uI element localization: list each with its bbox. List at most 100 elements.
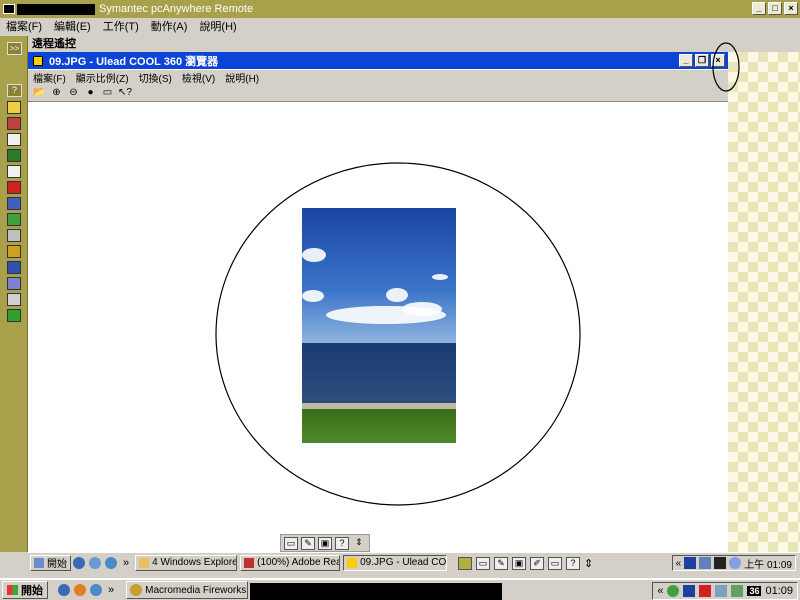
side-tool-icon-5[interactable]	[7, 165, 21, 178]
pen-icon[interactable]: ✎	[494, 556, 508, 570]
start-button[interactable]: 開始	[2, 581, 48, 599]
inner-menu-help[interactable]: 說明(H)	[225, 70, 259, 85]
tray-badge[interactable]: 36	[747, 586, 762, 596]
expand-panel-button[interactable]: >>	[7, 42, 22, 55]
help-icon[interactable]: ?	[566, 556, 580, 570]
side-tool-icon-2[interactable]	[7, 117, 21, 130]
menu-file[interactable]: 檔案(F)	[6, 18, 42, 34]
help-pointer-icon[interactable]: ↖?	[118, 87, 132, 99]
remote-start-button[interactable]: 開始	[30, 554, 71, 571]
outer-maximize-button[interactable]: □	[768, 2, 782, 15]
volume-icon[interactable]	[715, 585, 728, 597]
scroll-icon[interactable]: ⇕	[584, 557, 593, 570]
remote-start-label: 開始	[47, 559, 67, 570]
menu-task[interactable]: 工作(T)	[103, 18, 139, 34]
side-tool-icon-12[interactable]	[7, 277, 21, 290]
quicklaunch-outlook-icon[interactable]	[90, 584, 102, 596]
outer-title-bar: Symantec pcAnywhere Remote _ □ ×	[0, 0, 800, 18]
task-label: (100%) Adobe Reader ...	[257, 557, 341, 568]
pcanywhere-app-icon[interactable]	[3, 4, 15, 14]
side-tool-icon-3[interactable]	[7, 133, 21, 146]
side-tool-list	[7, 101, 21, 322]
remote-system-tray: « 上午 01:09	[671, 555, 796, 571]
keyboard-icon[interactable]: ▭	[101, 87, 114, 99]
side-tool-icon-4[interactable]	[7, 149, 21, 162]
side-tool-icon-8[interactable]	[7, 213, 21, 226]
windows-flag-icon	[7, 585, 18, 595]
task-label: 09.JPG - Ulead COOL ...	[360, 557, 447, 568]
quicklaunch-media-icon[interactable]	[74, 584, 86, 596]
inner-menu-switch[interactable]: 切換(S)	[139, 70, 172, 85]
windows-flag-icon	[34, 557, 44, 568]
checkerboard-background	[728, 52, 800, 552]
task-fireworks[interactable]: Macromedia Fireworks M...	[126, 581, 249, 599]
system-tray: « 36 01:09	[652, 582, 798, 600]
network-icon[interactable]	[684, 557, 697, 569]
task-adobe-reader[interactable]: (100%) Adobe Reader ...	[240, 554, 341, 571]
inner-menu-zoom[interactable]: 顯示比例(Z)	[76, 70, 129, 85]
outer-menu-bar: 檔案(F) 編輯(E) 工作(T) 動作(A) 說明(H)	[0, 18, 800, 34]
menu-action[interactable]: 動作(A)	[151, 18, 188, 34]
menu-help[interactable]: 說明(H)	[199, 18, 236, 34]
menu-edit[interactable]: 編輯(E)	[54, 18, 91, 34]
pcanywhere-panel-icon[interactable]	[458, 556, 472, 570]
quicklaunch-media-icon[interactable]	[89, 556, 101, 569]
taskbar-chevron[interactable]: »	[108, 584, 114, 596]
quicklaunch-ie-icon[interactable]	[58, 584, 70, 596]
side-tool-icon-6[interactable]	[7, 181, 21, 194]
pen-icon[interactable]: ✎	[301, 536, 315, 550]
monitor-icon[interactable]: ▣	[512, 556, 526, 570]
inner-title-bar: 09.JPG - Ulead COOL 360 瀏覽器 _ ❐ ×	[28, 52, 728, 69]
green-status-icon[interactable]	[667, 585, 680, 597]
outer-minimize-button[interactable]: _	[752, 2, 766, 15]
keyboard-icon[interactable]: ▭	[476, 556, 490, 570]
remote-chevron[interactable]: »	[123, 557, 129, 569]
inner-restore-button[interactable]: ❐	[695, 54, 709, 67]
inner-close-button[interactable]: ×	[711, 54, 725, 67]
outer-window-title: Symantec pcAnywhere Remote	[99, 3, 254, 15]
security-icon[interactable]	[699, 557, 712, 569]
inner-menu-view[interactable]: 檢視(V)	[182, 70, 215, 85]
help-icon[interactable]: ?	[335, 536, 349, 550]
network-icon[interactable]	[683, 585, 696, 597]
zoom-out-icon[interactable]: ⊖	[67, 87, 80, 99]
side-help-button[interactable]: ?	[7, 84, 22, 97]
inner-minimize-button[interactable]: _	[679, 54, 693, 67]
inner-menu-file[interactable]: 檔案(F)	[33, 70, 66, 85]
side-tool-icon-13[interactable]	[7, 293, 21, 306]
task-ulead-cool[interactable]: 09.JPG - Ulead COOL ...	[343, 554, 448, 571]
draw-icon[interactable]: ✐	[530, 556, 544, 570]
side-tool-icon-14[interactable]	[7, 309, 21, 322]
quicklaunch-outlook-icon[interactable]	[105, 556, 117, 569]
monitor-icon[interactable]: ▣	[318, 536, 332, 550]
tray-chevron[interactable]: «	[676, 558, 682, 569]
task-windows-explorer[interactable]: 4 Windows Explorer	[135, 554, 238, 571]
ulead-app-icon[interactable]	[33, 55, 43, 66]
side-toolbar: >> ?	[0, 36, 28, 552]
side-tool-icon-7[interactable]	[7, 197, 21, 210]
keyboard-icon[interactable]: ▭	[548, 556, 562, 570]
side-tool-icon-9[interactable]	[7, 229, 21, 242]
quicklaunch-ie-icon[interactable]	[73, 556, 85, 569]
volume-icon[interactable]	[714, 557, 727, 569]
side-tool-icon-11[interactable]	[7, 261, 21, 274]
keyboard-icon[interactable]: ▭	[284, 536, 298, 550]
inner-toolbar: 📂 ⊕ ⊖ ● ▭ ↖?	[28, 85, 728, 102]
zoom-in-icon[interactable]: ⊕	[50, 87, 63, 99]
side-tool-icon-10[interactable]	[7, 245, 21, 258]
scroll-icon[interactable]: ⇕	[352, 537, 366, 550]
task-label: 4 Windows Explorer	[152, 557, 238, 568]
redacted-title-region	[17, 3, 95, 15]
open-folder-icon[interactable]: 📂	[33, 87, 46, 99]
side-tool-icon-1[interactable]	[7, 101, 21, 114]
disk-icon[interactable]: ●	[84, 87, 97, 99]
inner-window-title: 09.JPG - Ulead COOL 360 瀏覽器	[49, 55, 219, 68]
tray-chevron[interactable]: «	[657, 585, 663, 597]
search-icon[interactable]	[729, 557, 742, 569]
clock: 01:09	[765, 585, 793, 597]
pcanywhere-tray-icon[interactable]	[731, 585, 744, 597]
lake-photo	[302, 208, 456, 443]
antivirus-icon[interactable]	[699, 585, 712, 597]
outer-close-button[interactable]: ×	[784, 2, 798, 15]
remote-control-header: 遠程遙控	[28, 36, 800, 52]
